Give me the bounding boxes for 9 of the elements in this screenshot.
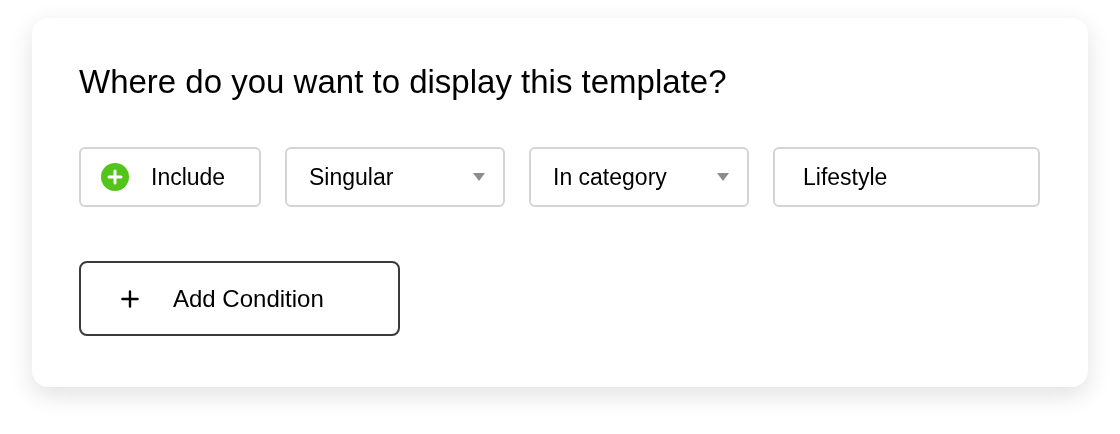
- input-field[interactable]: Lifestyle: [773, 147, 1040, 207]
- section-title: Where do you want to display this template?: [79, 62, 728, 102]
- add-condition-button[interactable]: Add Condition: [79, 261, 400, 336]
- include-button[interactable]: Include: [79, 147, 261, 207]
- caret-icon: [473, 173, 485, 181]
- select-dropdown[interactable]: Singular: [285, 147, 505, 207]
- select-dropdown[interactable]: In category: [529, 147, 749, 207]
- caret-icon: [717, 173, 729, 181]
- plus-circle-icon: [101, 163, 129, 191]
